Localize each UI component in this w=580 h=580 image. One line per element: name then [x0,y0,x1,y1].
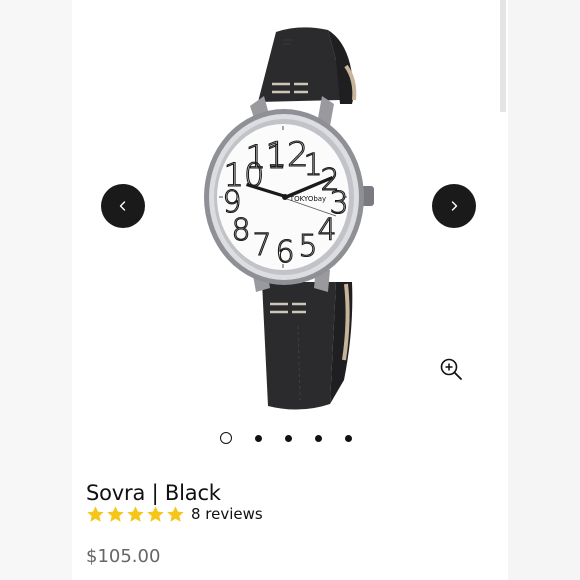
carousel-dot-4[interactable] [315,434,322,442]
star-icon [127,505,144,522]
carousel-dot-3[interactable] [285,434,292,442]
product-rating[interactable]: 8 reviews [86,504,263,524]
chevron-right-icon [451,201,458,211]
star-icon [147,505,164,522]
numeral-11: 11 [246,138,287,176]
zoom-in-icon[interactable] [438,356,464,382]
numeral-7: 7 [252,228,271,263]
watch-strap-bottom [262,282,353,410]
product-price: $105.00 [86,546,161,567]
numeral-5: 5 [298,229,317,264]
watch-brand-text: TOKYObay [289,195,326,203]
chevron-left-icon [119,201,126,211]
carousel-prev-button[interactable] [101,184,145,228]
numeral-6: 6 [275,235,294,270]
carousel-dots [220,430,352,446]
product-image[interactable]: 12 1 2 3 4 5 6 7 8 9 10 11 TOKYObay [0,0,580,430]
carousel-dot-5[interactable] [345,434,352,442]
carousel-dot-1[interactable] [220,432,232,444]
numeral-4: 4 [317,213,336,248]
reviews-link[interactable]: 8 reviews [191,505,263,523]
rating-stars [86,505,185,524]
star-icon [107,505,124,522]
product-title: Sovra | Black [86,481,221,505]
carousel-dot-2[interactable] [255,434,262,442]
watch-strap-top [258,27,357,104]
star-icon [167,505,184,522]
carousel-next-button[interactable] [432,184,476,228]
star-icon [87,505,104,522]
